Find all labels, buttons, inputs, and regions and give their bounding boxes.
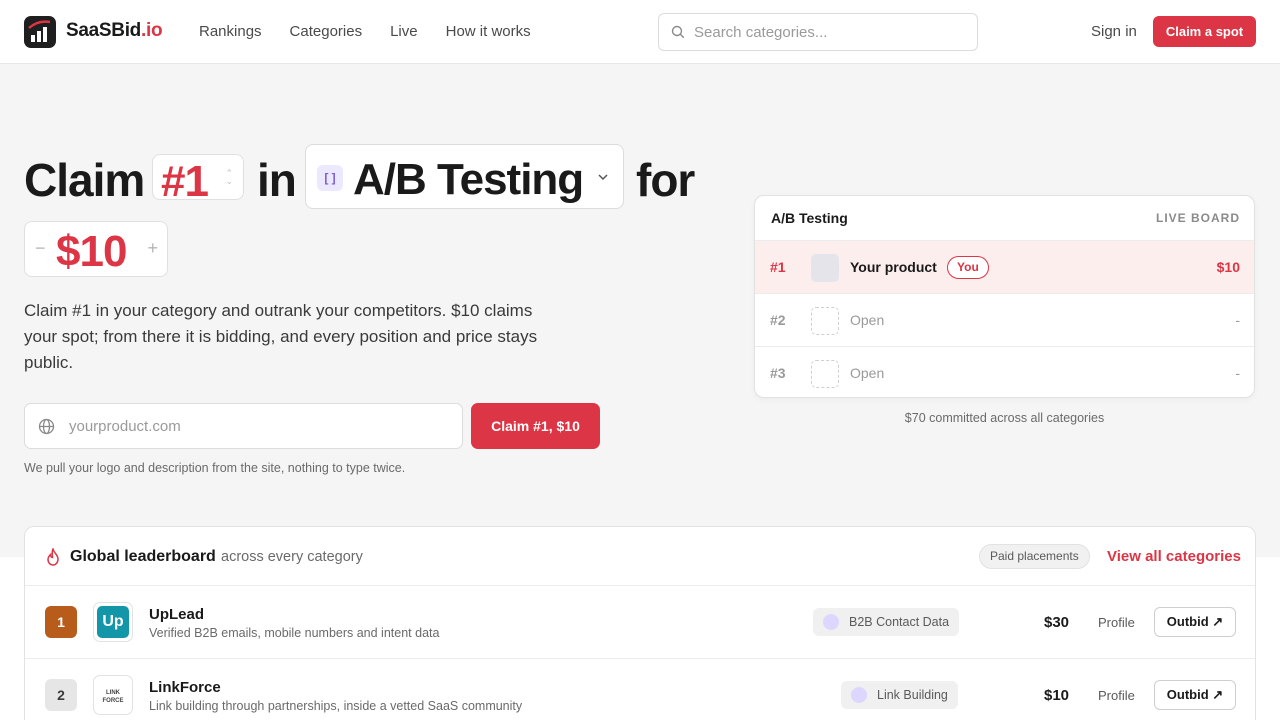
empty-thumb [811, 360, 839, 388]
rank-value: #1 [161, 157, 209, 206]
claim-spot-button[interactable]: Claim a spot [1153, 16, 1256, 47]
category-select[interactable]: [ ] A/B Testing [305, 144, 624, 209]
price-value: $10 [56, 227, 127, 276]
linkforce-logo[interactable]: LINK FORCE [93, 675, 133, 715]
board-row[interactable]: #3 Open - [755, 347, 1254, 397]
board-product-name: Open [850, 312, 885, 328]
table-row: 2 LINK FORCE LinkForce Link building thro… [25, 659, 1255, 720]
category-pill-label: B2B Contact Data [849, 615, 950, 629]
stepper-icon: ⌃ ⌄ [225, 168, 233, 186]
rank-badge: 2 [45, 679, 77, 711]
board-rank: #3 [770, 365, 786, 381]
leaderboard-subtitle: across every category [221, 549, 363, 565]
rank-badge: 1 [45, 606, 77, 638]
hero-note: We pull your logo and description from t… [24, 461, 406, 475]
leaderboard-title: Global leaderboard [70, 548, 216, 565]
search-box[interactable] [658, 13, 978, 51]
profile-link[interactable]: Profile [1098, 688, 1135, 703]
profile-link[interactable]: Profile [1098, 615, 1135, 630]
search-input[interactable] [694, 15, 970, 49]
hero-word-for: for [636, 154, 695, 206]
outbid-button[interactable]: Outbid ↗ [1154, 607, 1236, 637]
hero-word-claim: Claim [24, 154, 145, 206]
bid-price: $30 [1044, 614, 1070, 631]
product-thumb [811, 254, 839, 282]
product-name[interactable]: LinkForce [149, 679, 221, 696]
board-product-name: Your product [850, 259, 937, 275]
hero-word-in: in [257, 154, 297, 206]
category-icon [823, 614, 839, 630]
uplead-logo[interactable]: Up [93, 602, 133, 642]
live-board-label: LIVE BOARD [1155, 211, 1240, 225]
board-rank: #2 [770, 312, 786, 328]
category-pill[interactable]: B2B Contact Data [813, 608, 960, 636]
main-nav: Rankings Categories Live How it works [199, 23, 531, 40]
bid-price: $10 [1044, 687, 1070, 704]
chevron-down-icon [598, 174, 608, 181]
board-price: - [1235, 365, 1240, 381]
code-brackets-icon: [ ] [317, 165, 343, 191]
table-row: 1 Up UpLead Verified B2B emails, mobile … [25, 586, 1255, 659]
category-pill[interactable]: Link Building [841, 681, 958, 709]
flame-icon [47, 548, 59, 566]
board-product-name: Open [850, 365, 885, 381]
nav-live[interactable]: Live [390, 23, 418, 40]
board-price: $10 [1216, 259, 1240, 275]
live-board: A/B Testing LIVE BOARD #1 Your product Y… [754, 195, 1255, 398]
logo-icon[interactable] [24, 16, 56, 48]
board-title: A/B Testing [771, 210, 848, 226]
hero-description: Claim #1 in your category and outrank yo… [24, 301, 538, 372]
board-rank: #1 [770, 259, 786, 275]
rank-selector[interactable]: #1 ⌃ ⌄ [152, 154, 244, 206]
price-stepper[interactable]: − $10 + [24, 221, 168, 277]
global-leaderboard: Global leaderboard across every category… [24, 526, 1256, 720]
plus-icon[interactable]: + [147, 238, 158, 259]
nav-how-it-works[interactable]: How it works [446, 23, 531, 40]
view-all-categories-link[interactable]: View all categories [1107, 548, 1241, 565]
leaderboard-header: Global leaderboard across every category… [25, 527, 1255, 586]
board-price: - [1235, 312, 1240, 328]
board-header: A/B Testing LIVE BOARD [755, 196, 1254, 241]
product-description: Link building through partnerships, insi… [149, 699, 523, 713]
category-value: A/B Testing [353, 155, 584, 204]
sign-in-link[interactable]: Sign in [1091, 23, 1137, 40]
minus-icon[interactable]: − [35, 238, 46, 259]
product-name[interactable]: UpLead [149, 606, 204, 623]
nav-rankings[interactable]: Rankings [199, 23, 262, 40]
search-icon [671, 25, 685, 39]
claim-rank-button[interactable]: Claim #1, $10 [471, 403, 600, 449]
top-header: SaaSBid.io Rankings Categories Live How … [0, 0, 1280, 64]
board-row[interactable]: #2 Open - [755, 294, 1254, 347]
paid-placements-badge: Paid placements [979, 544, 1090, 569]
logo-wordmark[interactable]: SaaSBid.io [66, 20, 163, 42]
empty-thumb [811, 307, 839, 335]
board-row: #1 Your product You $10 [755, 241, 1254, 294]
globe-icon [38, 418, 55, 435]
link-icon [851, 687, 867, 703]
url-input[interactable] [69, 406, 449, 446]
category-pill-label: Link Building [877, 688, 948, 702]
committed-total: $70 committed across all categories [904, 411, 1105, 425]
you-badge: You [947, 256, 989, 279]
url-field[interactable] [24, 403, 463, 449]
nav-categories[interactable]: Categories [290, 23, 363, 40]
outbid-button[interactable]: Outbid ↗ [1154, 680, 1236, 710]
product-description: Verified B2B emails, mobile numbers and … [149, 626, 440, 640]
